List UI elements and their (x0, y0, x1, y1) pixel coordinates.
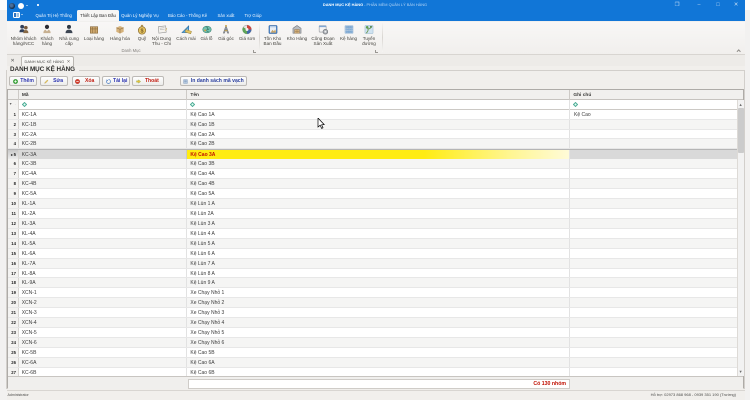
svg-text:$: $ (140, 28, 143, 34)
